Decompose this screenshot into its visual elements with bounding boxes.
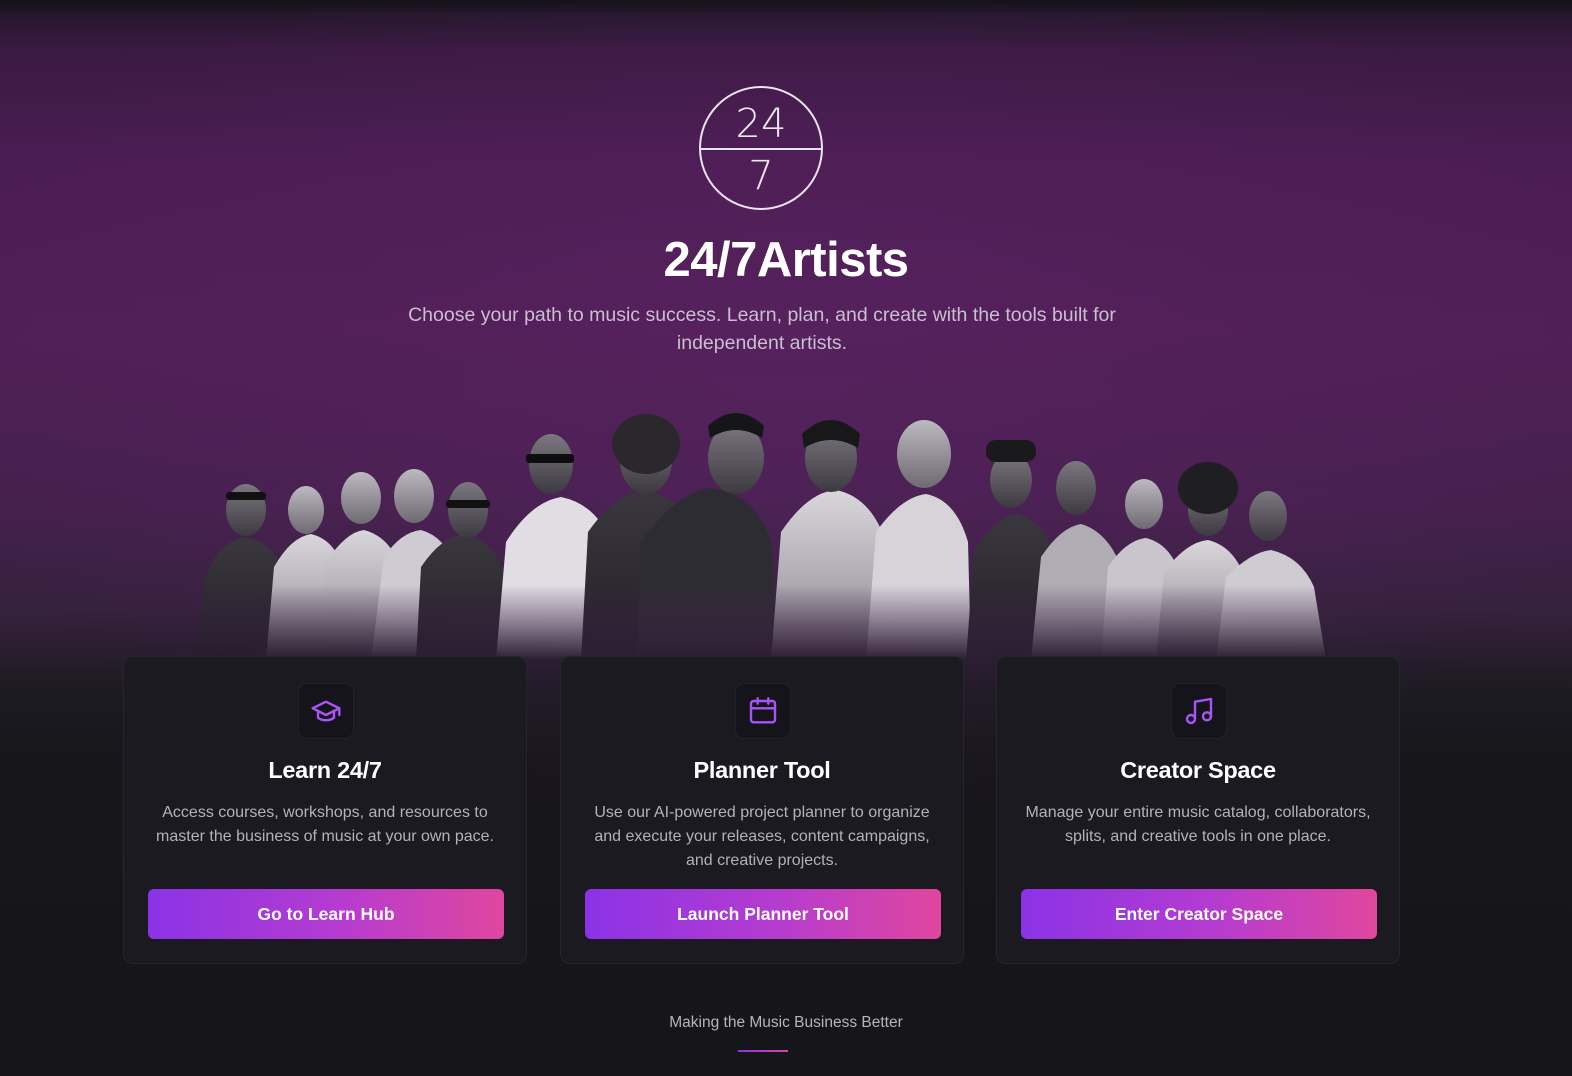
calendar-icon [735, 683, 791, 739]
footer-accent-line [738, 1050, 788, 1052]
logo-divider [701, 148, 821, 150]
creator-card-description: Manage your entire music catalog, collab… [1025, 804, 1371, 845]
logo-number-top: 24 [735, 101, 787, 147]
brand-logo: 24 7 [699, 86, 823, 210]
brand-title: 24/7Artists [663, 233, 909, 287]
creator-card: Creator Space Manage your entire music c… [996, 656, 1400, 964]
graduation-cap-icon [298, 683, 354, 739]
launch-planner-tool-button[interactable]: Launch Planner Tool [585, 889, 941, 939]
music-note-icon [1171, 683, 1227, 739]
artists-collage-image [196, 392, 1330, 660]
footer-slogan: Making the Music Business Better [669, 1014, 903, 1031]
go-to-learn-hub-button[interactable]: Go to Learn Hub [148, 889, 504, 939]
hero-tagline: Choose your path to music success. Learn… [408, 304, 1116, 354]
enter-creator-space-button[interactable]: Enter Creator Space [1021, 889, 1377, 939]
planner-card-title: Planner Tool [693, 757, 831, 783]
logo-number-bottom: 7 [748, 153, 774, 199]
artists-collage-graphic [196, 413, 1326, 660]
learn-card-description: Access courses, workshops, and resources… [156, 804, 494, 845]
learn-card-title: Learn 24/7 [268, 757, 382, 783]
learn-card: Learn 24/7 Access courses, workshops, an… [123, 656, 527, 964]
top-strip [0, 0, 1572, 14]
planner-card: Planner Tool Use our AI-powered project … [560, 656, 964, 964]
planner-card-description: Use our AI-powered project planner to or… [594, 804, 930, 869]
creator-card-title: Creator Space [1120, 757, 1276, 783]
